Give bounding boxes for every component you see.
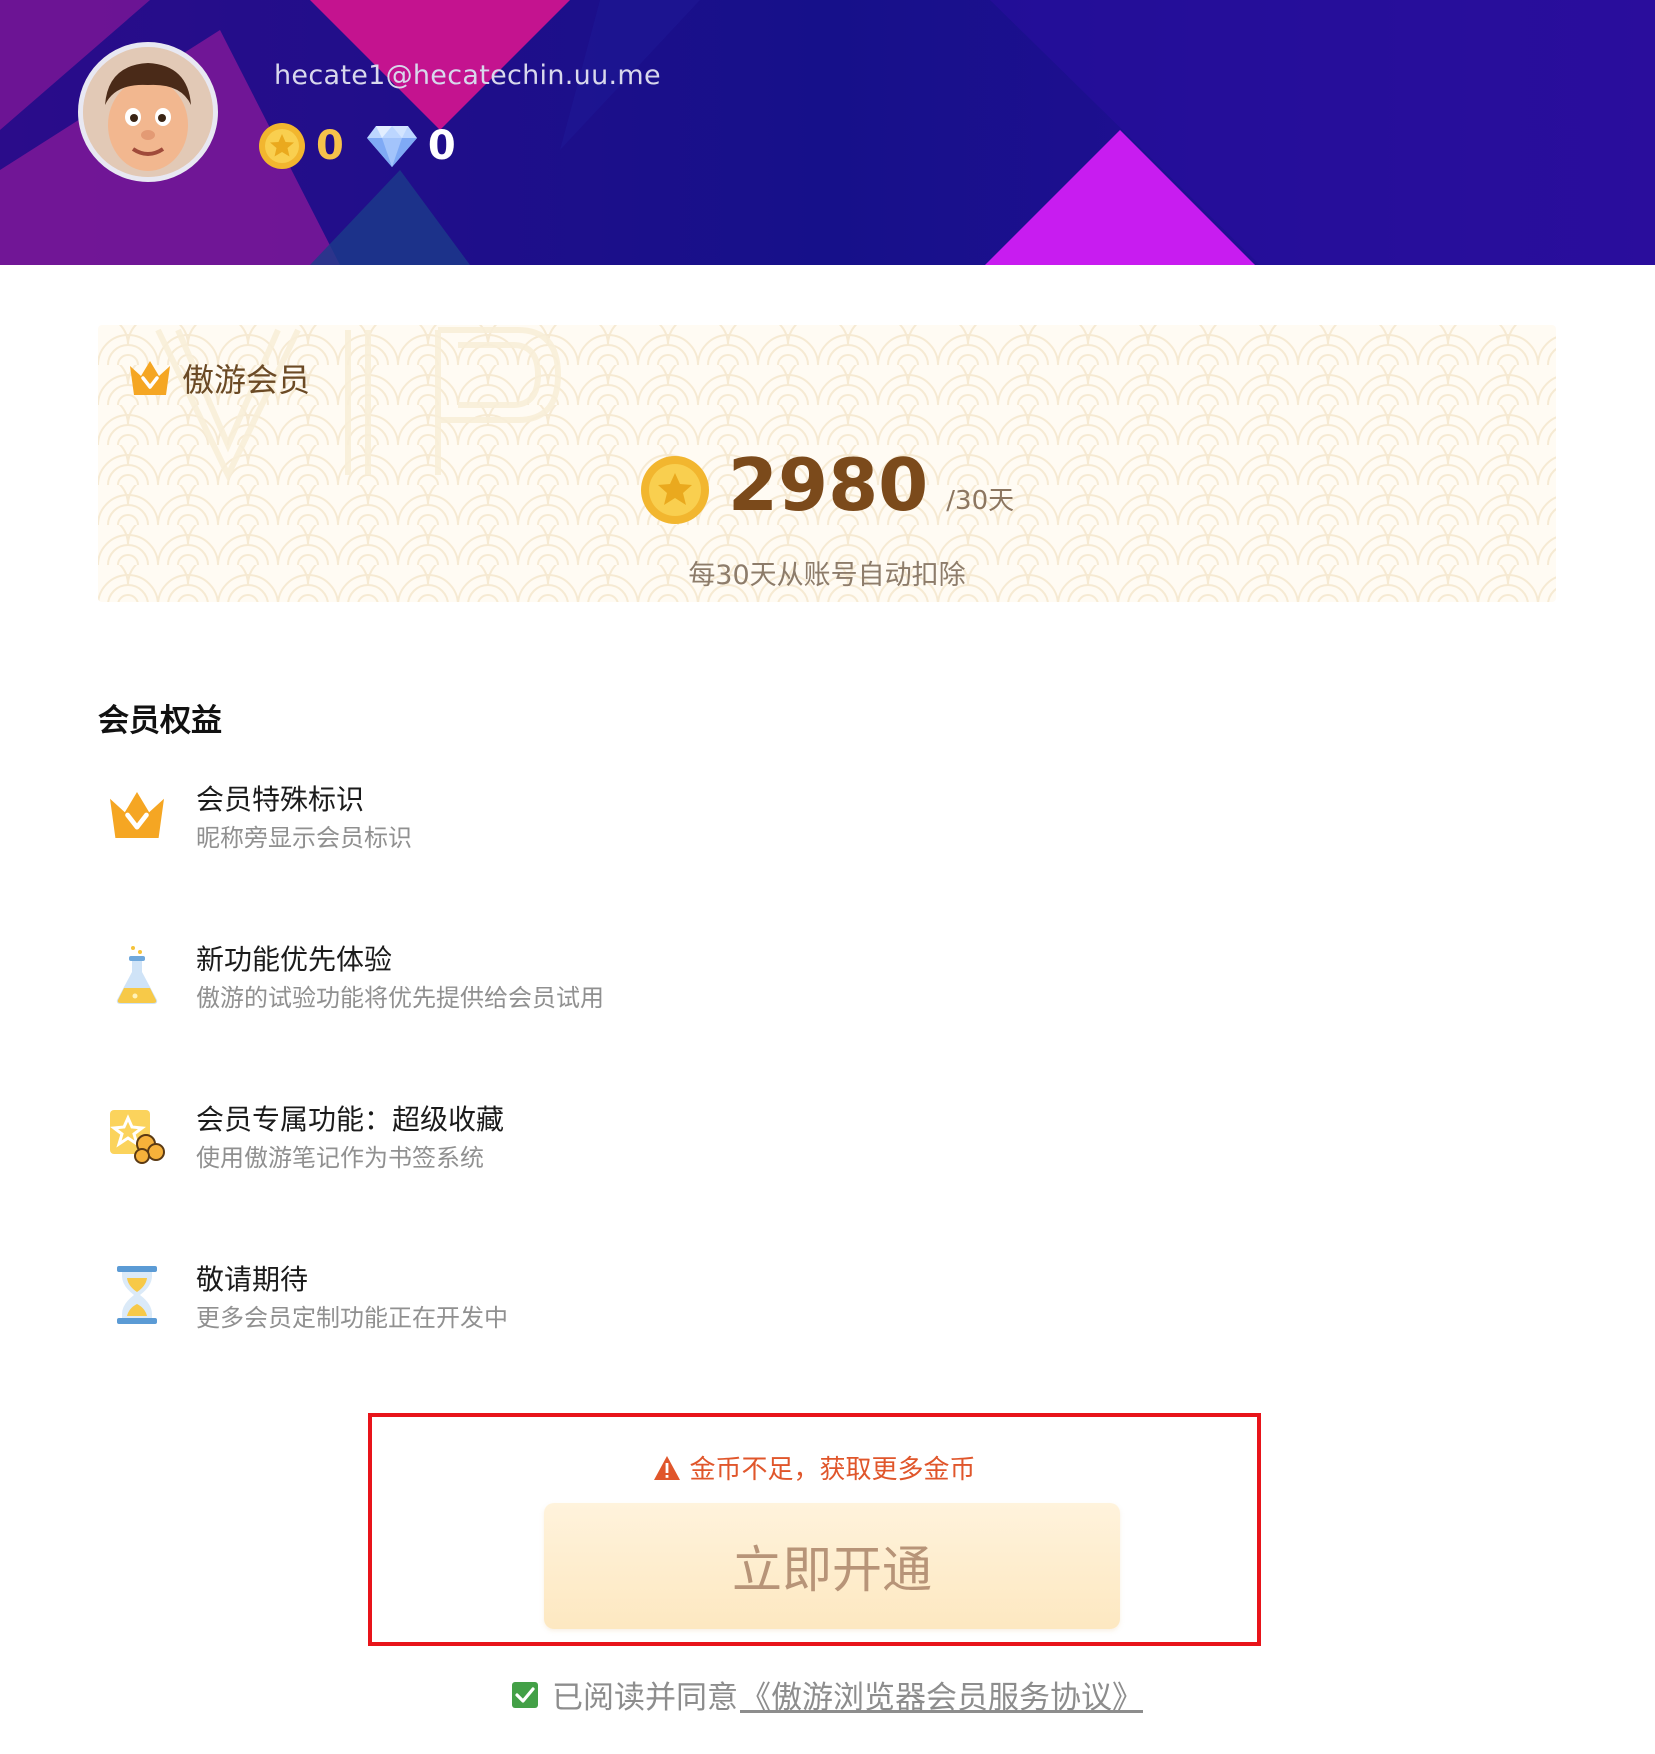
benefit-description: 昵称旁显示会员标识 bbox=[196, 824, 412, 852]
auto-deduct-note: 每30天从账号自动扣除 bbox=[688, 560, 966, 591]
purchase-action-highlight: 金币不足，获取更多金币 立即开通 bbox=[368, 1413, 1261, 1646]
benefit-title: 会员专属功能：超级收藏 bbox=[196, 1103, 505, 1136]
benefit-item-vip-badge: 会员特殊标识 昵称旁显示会员标识 bbox=[104, 782, 412, 856]
benefit-title: 敬请期待 bbox=[196, 1263, 309, 1296]
price-row: 2980 /30天 bbox=[98, 445, 1556, 525]
vip-plan-card: 傲游会员 2980 /30天 每30天从账号自动扣除 bbox=[98, 325, 1556, 602]
service-agreement-link[interactable]: 《傲游浏览器会员服务协议》 bbox=[740, 1672, 1143, 1717]
benefit-description: 更多会员定制功能正在开发中 bbox=[196, 1304, 508, 1332]
benefit-description: 使用傲游笔记作为书签系统 bbox=[196, 1144, 484, 1172]
avatar[interactable] bbox=[78, 42, 218, 182]
benefit-item-early-access: 新功能优先体验 傲游的试验功能将优先提供给会员试用 bbox=[104, 942, 604, 1016]
benefit-item-coming-soon: 敬请期待 更多会员定制功能正在开发中 bbox=[104, 1262, 508, 1336]
agreement-checkbox[interactable] bbox=[512, 1681, 538, 1708]
benefit-item-super-favorite: 会员专属功能：超级收藏 使用傲游笔记作为书签系统 bbox=[104, 1102, 504, 1176]
benefit-title: 会员特殊标识 bbox=[196, 783, 365, 816]
user-email: hecate1@hecatechin.uu.me bbox=[274, 60, 661, 91]
flask-icon bbox=[104, 942, 170, 1008]
activate-now-button[interactable]: 立即开通 bbox=[544, 1503, 1120, 1629]
avatar-image bbox=[83, 47, 213, 177]
diamond-icon bbox=[366, 126, 417, 167]
crown-icon bbox=[130, 361, 170, 395]
price-unit: /30天 bbox=[946, 486, 1015, 516]
profile-header: hecate1@hecatechin.uu.me 0 0 bbox=[0, 0, 1655, 265]
coin-icon bbox=[640, 456, 709, 524]
vip-title-label: 傲游会员 bbox=[182, 361, 311, 399]
super-favorite-icon bbox=[104, 1102, 170, 1168]
hourglass-icon bbox=[104, 1262, 170, 1328]
benefits-heading: 会员权益 bbox=[98, 703, 222, 739]
agreement-prefix: 已阅读并同意 bbox=[552, 1680, 738, 1716]
header-background bbox=[0, 0, 1655, 265]
vip-title: 傲游会员 bbox=[128, 355, 310, 401]
balance-row: 0 0 bbox=[258, 118, 456, 174]
coin-balance: 0 bbox=[316, 123, 344, 169]
diamond-balance: 0 bbox=[427, 123, 456, 169]
check-icon bbox=[515, 1686, 535, 1703]
warning-text: 金币不足，获取更多金币 bbox=[689, 1455, 976, 1485]
coin-icon bbox=[259, 123, 305, 169]
insufficient-coins-warning[interactable]: 金币不足，获取更多金币 bbox=[372, 1449, 1257, 1486]
warning-icon bbox=[654, 1455, 681, 1480]
benefit-title: 新功能优先体验 bbox=[196, 943, 393, 976]
benefit-description: 傲游的试验功能将优先提供给会员试用 bbox=[196, 984, 604, 1012]
price-value: 2980 bbox=[727, 443, 929, 527]
crown-icon bbox=[104, 782, 170, 848]
agreement-row: 已阅读并同意 《傲游浏览器会员服务协议》 bbox=[0, 1672, 1655, 1717]
